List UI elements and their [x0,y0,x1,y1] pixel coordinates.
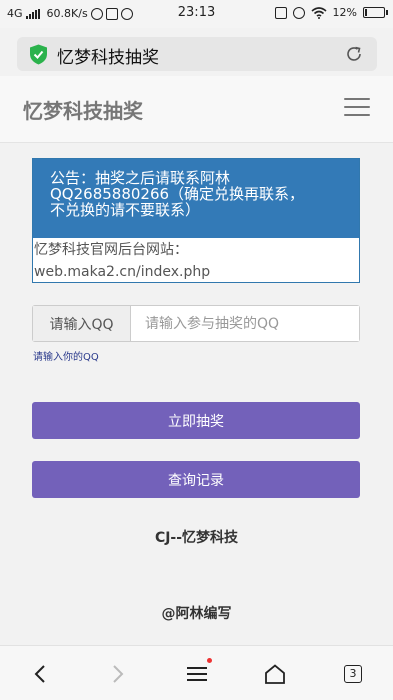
notice-body-line-1: 忆梦科技官网后台网站： [34,242,188,258]
menu-button[interactable] [172,646,222,700]
battery-percent: 12% [332,6,357,19]
home-button[interactable] [250,646,300,700]
notice-heading: 公告：抽奖之后请联系阿林 QQ2685880266（确定兑换再联系， 不兑换的请… [33,159,359,238]
notice-line-2: QQ2685880266（确定兑换再联系， [50,185,305,203]
wifi-icon [311,6,327,19]
forward-icon [113,664,124,683]
reload-icon[interactable] [344,44,364,64]
notice-line-1: 公告：抽奖之后请联系阿林 [50,169,231,187]
back-icon [34,664,45,683]
home-icon [265,663,285,684]
status-right: 12% [274,6,388,19]
status-bar: 4G 60.8K/s 23:13 12% [0,0,393,28]
alarm-icon [292,6,305,19]
notice-panel: 公告：抽奖之后请联系阿林 QQ2685880266（确定兑换再联系， 不兑换的请… [32,158,360,283]
footer-brand: CJ--忆梦科技 [154,530,239,546]
notification-dot [207,658,212,663]
menu-lines-icon [187,666,207,681]
notice-line-3: 不兑换的请不要联系） [50,201,201,219]
notice-body-line-2: web.maka2.cn/index.php [34,264,211,280]
tabs-count: 3 [344,664,362,683]
draw-button[interactable]: 立即抽奖 [32,402,360,439]
qq-input[interactable] [131,306,359,341]
mute-icon [274,6,287,19]
qq-input-group: 请输入QQ [32,305,360,342]
qq-input-label: 请输入QQ [33,306,131,341]
back-button[interactable] [15,646,65,700]
forward-button[interactable] [93,646,143,700]
battery-fill [365,9,367,16]
navbar: 忆梦科技抽奖 [0,76,393,143]
notice-body: 忆梦科技官网后台网站： web.maka2.cn/index.php [33,238,359,283]
brand-title[interactable]: 忆梦科技抽奖 [23,95,143,124]
qq-help-text: 请输入你的QQ [33,352,99,363]
url-bar[interactable]: 忆梦科技抽奖 [17,37,377,71]
browser-bottom-bar: 3 [0,645,393,700]
menu-icon[interactable] [344,98,370,118]
tabs-button[interactable]: 3 [328,646,378,700]
secure-shield-icon [30,44,47,65]
footer-author: @阿林编写 [161,606,232,622]
battery-icon [363,7,388,18]
url-title: 忆梦科技抽奖 [57,48,159,68]
query-records-button[interactable]: 查询记录 [32,461,360,498]
